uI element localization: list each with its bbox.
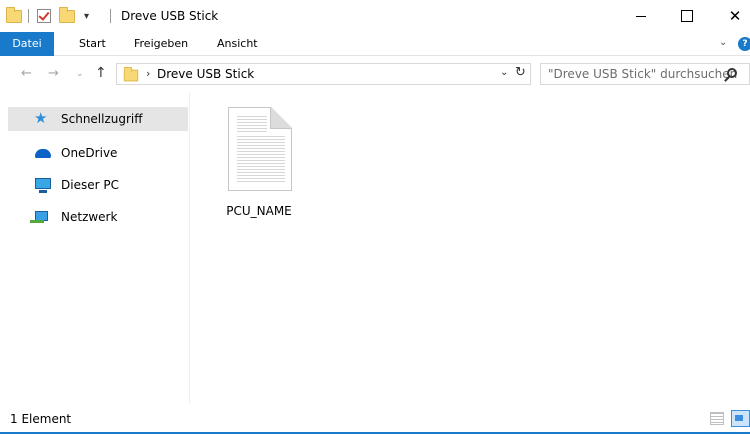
details-view-icon[interactable] bbox=[710, 412, 724, 425]
search-icon bbox=[727, 68, 737, 78]
new-folder-button[interactable] bbox=[59, 6, 75, 25]
sidebar-item-onedrive[interactable]: OneDrive bbox=[8, 141, 188, 165]
address-bar[interactable]: › Dreve USB Stick ⌄ ↻ bbox=[116, 63, 531, 85]
sidebar-item-dieser-pc[interactable]: Dieser PC bbox=[8, 173, 188, 197]
tab-freigeben[interactable]: Freigeben bbox=[134, 32, 188, 56]
separator bbox=[110, 9, 111, 23]
search-placeholder: "Dreve USB Stick" durchsuchen bbox=[548, 67, 738, 81]
navigation-pane: ★ Schnellzugriff OneDrive Dieser PC Netz… bbox=[0, 92, 190, 404]
search-input[interactable]: "Dreve USB Stick" durchsuchen bbox=[540, 63, 750, 85]
network-icon bbox=[30, 211, 48, 223]
forward-button[interactable]: → bbox=[48, 66, 59, 81]
computer-icon bbox=[35, 178, 51, 193]
sidebar-item-label: Schnellzugriff bbox=[61, 112, 143, 126]
breadcrumb-separator-icon[interactable]: › bbox=[146, 67, 150, 80]
address-row: ← → ⌄ ↑ › Dreve USB Stick ⌄ ↻ "Dreve USB… bbox=[0, 56, 750, 92]
sidebar-item-label: OneDrive bbox=[61, 146, 118, 160]
folder-icon bbox=[6, 6, 22, 23]
file-list[interactable]: PCU_NAME bbox=[191, 92, 750, 404]
tab-datei[interactable]: Datei bbox=[0, 32, 54, 56]
close-button[interactable]: ✕ bbox=[712, 0, 750, 32]
star-icon: ★ bbox=[34, 109, 48, 127]
text-document-icon bbox=[228, 107, 292, 191]
file-name: PCU_NAME bbox=[226, 204, 292, 218]
new-folder-icon bbox=[59, 6, 75, 23]
tab-start[interactable]: Start bbox=[79, 32, 106, 56]
status-bar: 1 Element bbox=[0, 404, 750, 434]
title-bar: ▾ Dreve USB Stick ✕ bbox=[0, 0, 750, 32]
customize-quick-access-button[interactable]: ▾ bbox=[84, 7, 89, 25]
window-title: Dreve USB Stick bbox=[121, 9, 219, 23]
properties-icon bbox=[37, 9, 51, 23]
separator bbox=[28, 9, 29, 23]
refresh-icon[interactable]: ↻ bbox=[515, 65, 526, 80]
close-icon: ✕ bbox=[728, 7, 742, 25]
tab-ansicht[interactable]: Ansicht bbox=[217, 32, 258, 56]
back-button[interactable]: ← bbox=[21, 66, 32, 81]
recent-locations-button[interactable]: ⌄ bbox=[76, 69, 84, 79]
quick-access-toolbar bbox=[6, 6, 22, 25]
sidebar-item-schnellzugriff[interactable]: ★ Schnellzugriff bbox=[8, 107, 188, 131]
item-count: 1 Element bbox=[10, 412, 72, 426]
sidebar-item-netzwerk[interactable]: Netzwerk bbox=[8, 205, 188, 229]
large-icons-view-icon[interactable] bbox=[731, 410, 750, 427]
dropdown-icon: ▾ bbox=[84, 10, 90, 22]
address-dropdown-icon[interactable]: ⌄ bbox=[500, 67, 508, 78]
sidebar-item-label: Dieser PC bbox=[61, 178, 119, 192]
maximize-button[interactable] bbox=[664, 0, 710, 32]
cloud-icon bbox=[35, 149, 51, 158]
ribbon: Datei Start Freigeben Ansicht ⌄ ? bbox=[0, 32, 750, 56]
file-item[interactable]: PCU_NAME bbox=[221, 103, 297, 218]
folder-icon bbox=[123, 66, 139, 82]
properties-button[interactable] bbox=[37, 7, 51, 25]
sidebar-item-label: Netzwerk bbox=[61, 210, 118, 224]
help-icon[interactable]: ? bbox=[738, 37, 750, 51]
expand-ribbon-icon[interactable]: ⌄ bbox=[719, 37, 727, 48]
minimize-button[interactable] bbox=[618, 0, 664, 32]
breadcrumb[interactable]: Dreve USB Stick bbox=[157, 67, 254, 81]
up-button[interactable]: ↑ bbox=[95, 65, 107, 81]
